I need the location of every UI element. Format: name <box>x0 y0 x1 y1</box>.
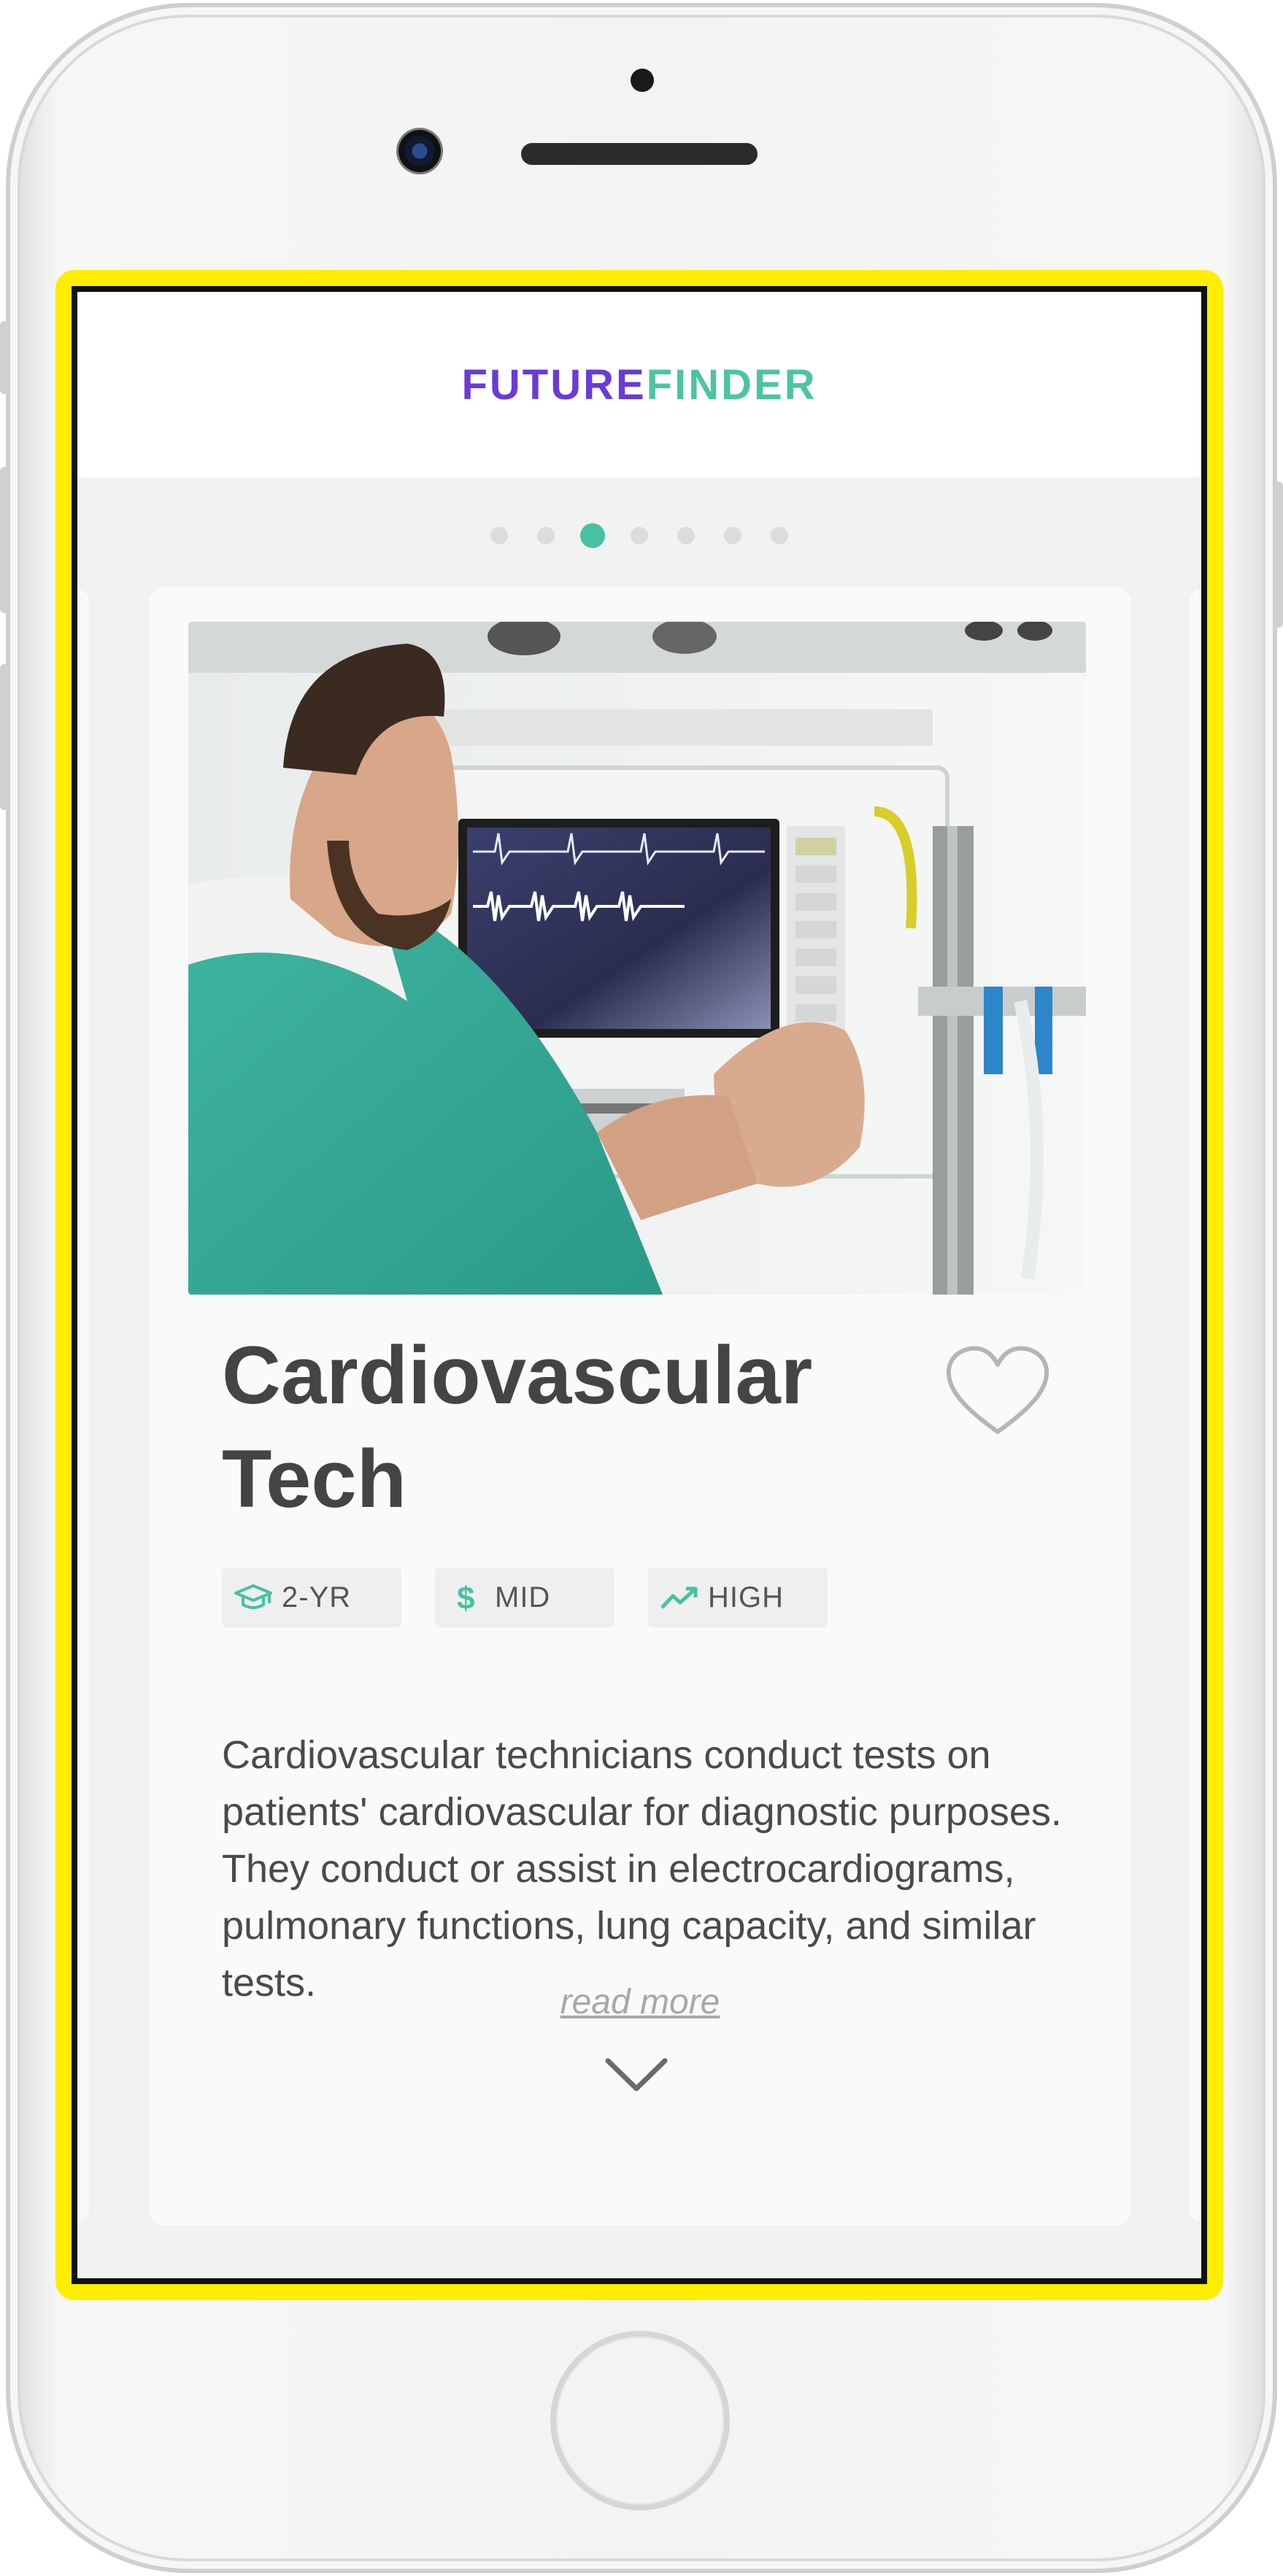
mute-switch <box>0 321 9 394</box>
carousel-dot[interactable] <box>490 527 508 544</box>
power-button <box>1274 482 1283 628</box>
salary-tag-label: MID <box>495 1581 551 1613</box>
career-card[interactable]: Cardiovascular Tech 2-YR $ MID HIGH Card… <box>149 587 1131 2226</box>
previous-card-peek[interactable] <box>77 590 89 2221</box>
home-button[interactable] <box>550 2331 730 2510</box>
carousel-dot[interactable] <box>771 527 788 544</box>
graduation-cap-icon <box>234 1584 272 1609</box>
education-tag-label: 2-YR <box>282 1581 352 1613</box>
career-title-line-1: Cardiovascular <box>222 1330 813 1421</box>
chevron-down-icon[interactable] <box>604 2055 669 2094</box>
outlook-tag-label: HIGH <box>708 1581 784 1613</box>
career-title: Cardiovascular Tech <box>222 1324 879 1531</box>
carousel-dot[interactable] <box>724 527 741 544</box>
volume-down-button <box>0 664 9 810</box>
volume-up-button <box>0 467 9 613</box>
carousel-dot-active[interactable] <box>580 523 605 548</box>
svg-text:$: $ <box>457 1583 474 1612</box>
dollar-icon: $ <box>457 1583 474 1612</box>
education-tag: 2-YR <box>222 1567 401 1627</box>
outlook-tag: HIGH <box>648 1567 828 1627</box>
read-more-link[interactable]: read more <box>149 1982 1131 2022</box>
heart-outline-icon[interactable] <box>943 1343 1052 1438</box>
carousel-dot[interactable] <box>677 527 695 544</box>
earpiece-speaker <box>521 143 758 165</box>
brand-part-future: FUTURE <box>461 360 647 409</box>
salary-tag: $ MID <box>435 1567 614 1627</box>
carousel-dot[interactable] <box>537 527 555 544</box>
career-title-line-2: Tech <box>222 1433 407 1524</box>
brand-logo: FUTUREFINDER <box>461 360 817 409</box>
carousel-pagination <box>77 521 1201 550</box>
trend-up-icon <box>660 1586 698 1609</box>
career-image <box>188 622 1086 1295</box>
front-camera <box>398 130 441 172</box>
next-card-peek[interactable] <box>1190 590 1201 2221</box>
app-header: FUTUREFINDER <box>77 292 1201 477</box>
career-description: Cardiovascular technicians conduct tests… <box>222 1733 1062 2005</box>
career-photo-illustration <box>188 622 1086 1295</box>
brand-part-finder: FINDER <box>646 360 817 409</box>
carousel-dot[interactable] <box>631 527 648 544</box>
app-screen: FUTUREFINDER Cardiovascular Tech 2-YR $ … <box>72 286 1207 2284</box>
proximity-sensor <box>631 69 654 92</box>
